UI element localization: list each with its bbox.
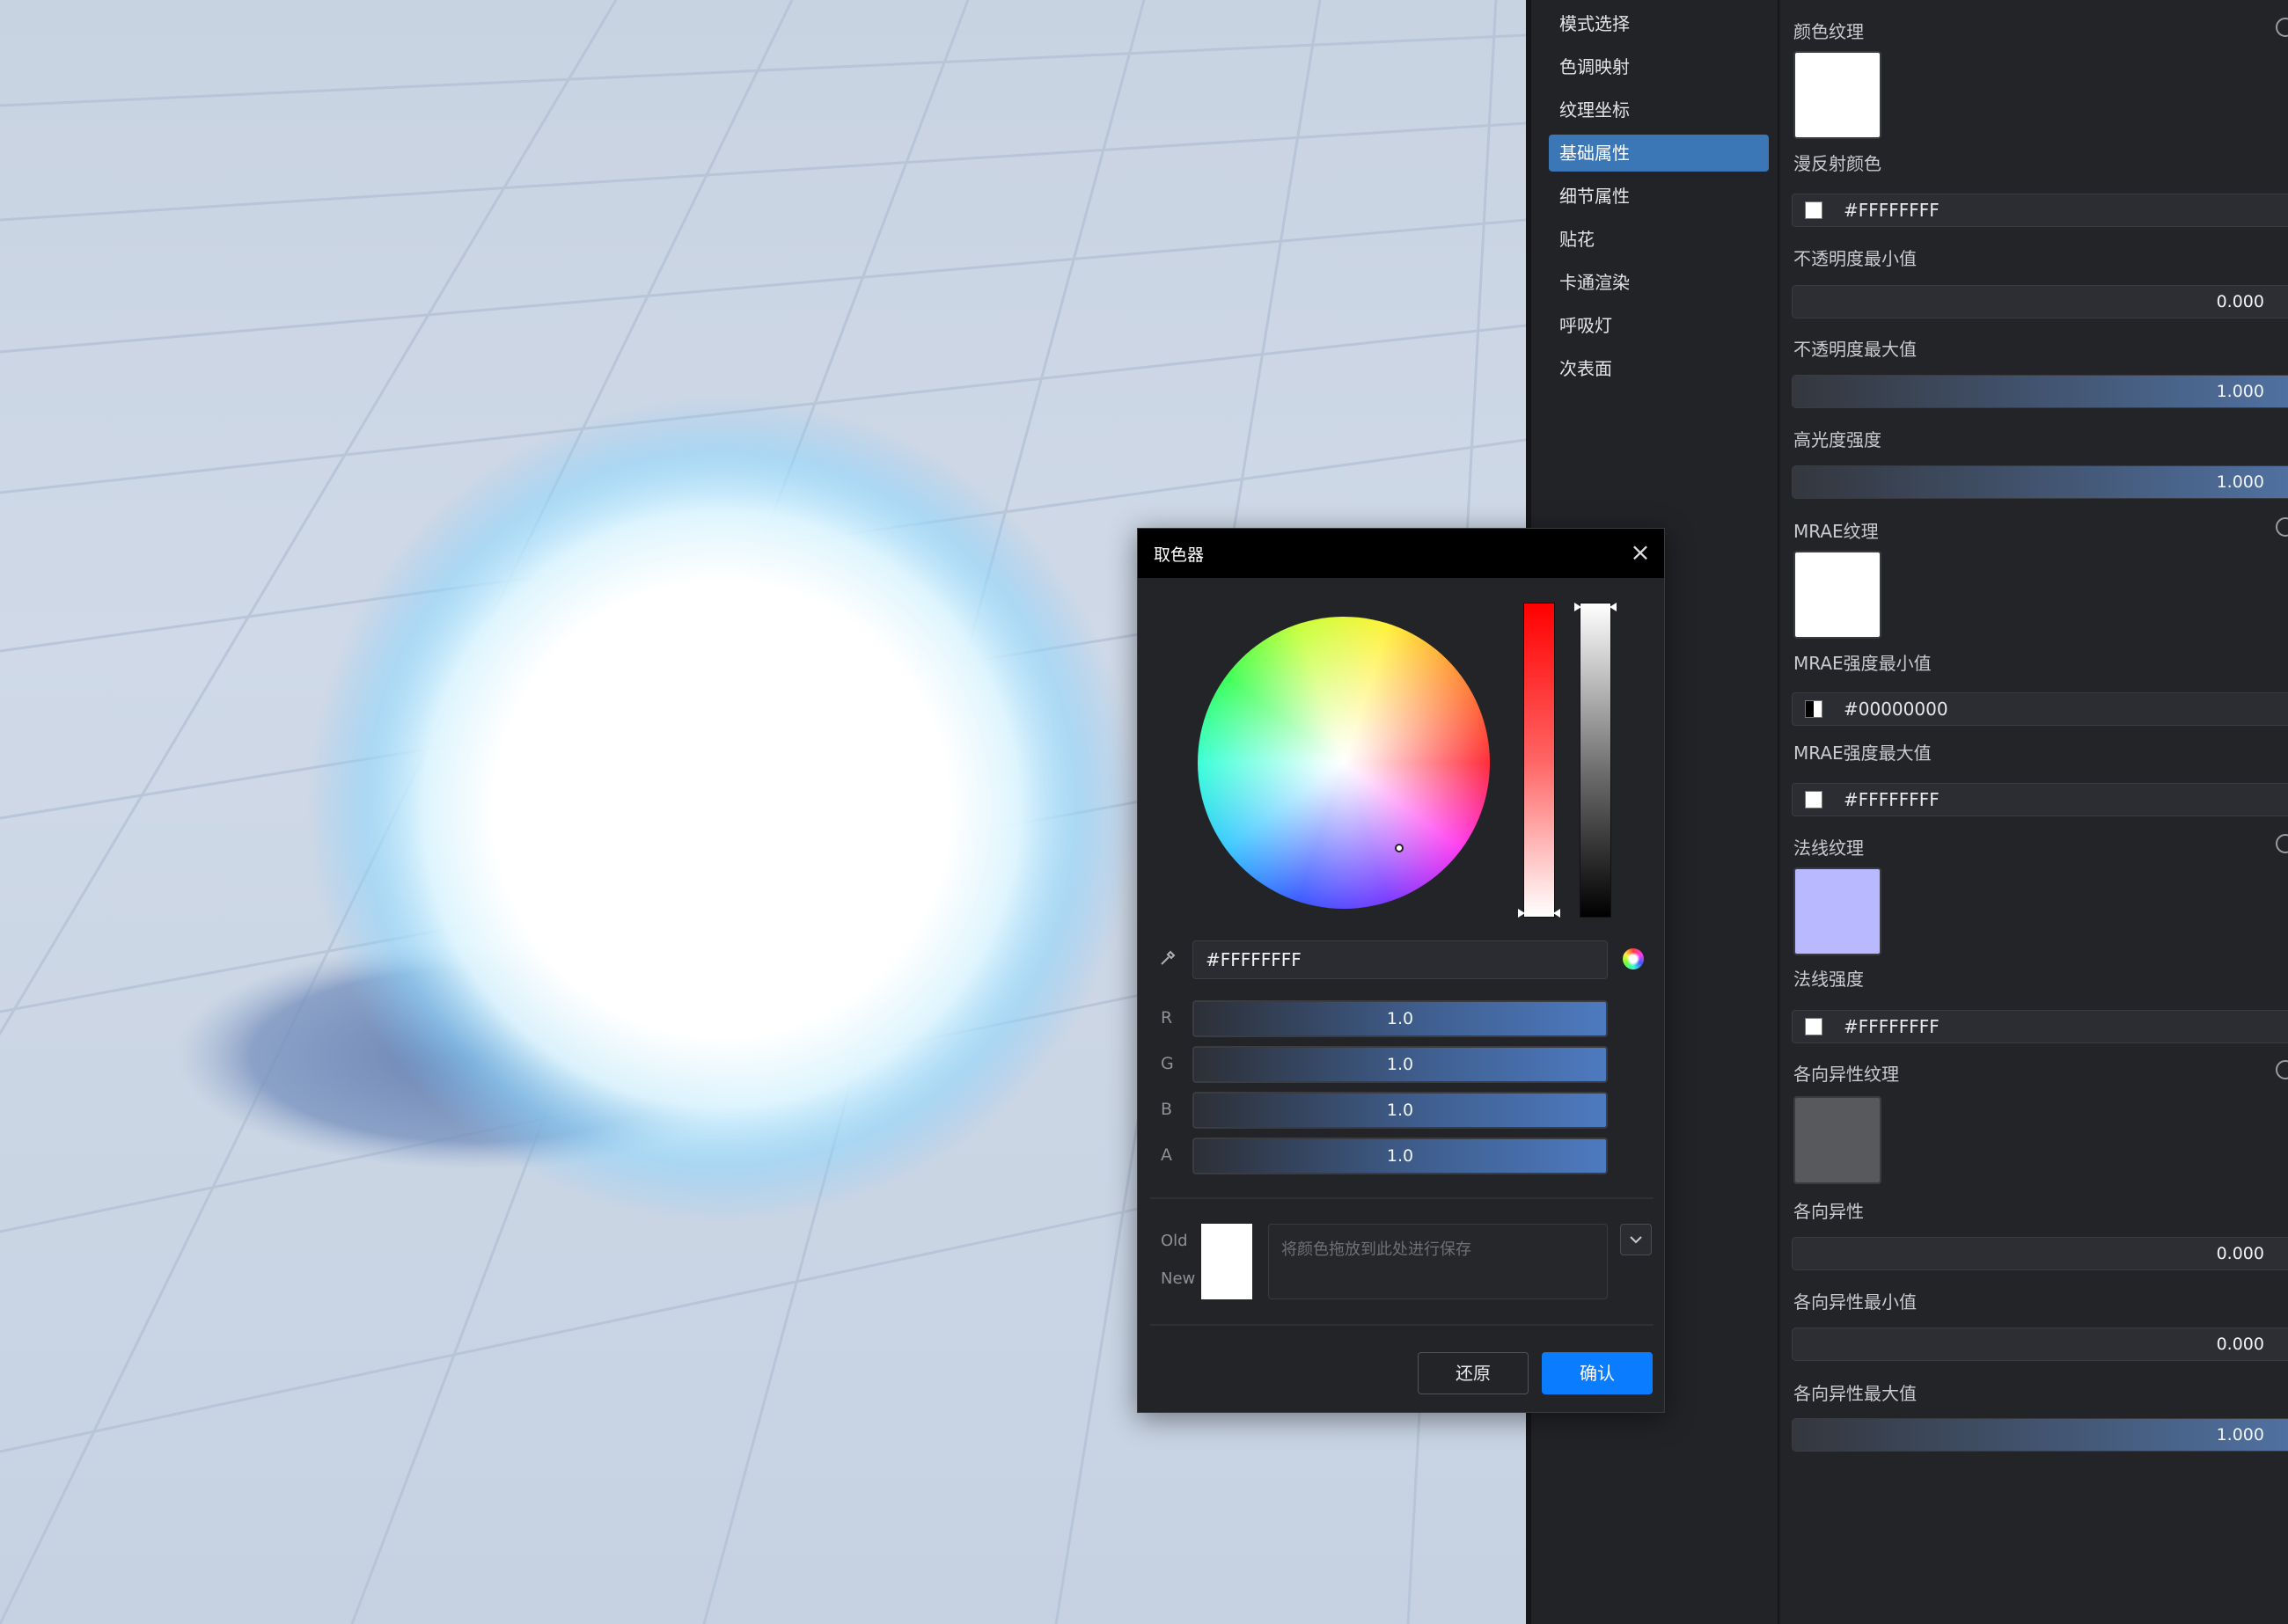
- color-texture-label: 颜色纹理: [1793, 21, 1864, 42]
- brightness-handle[interactable]: [1574, 603, 1617, 611]
- nav-item-detail-props[interactable]: 细节属性: [1549, 178, 1769, 215]
- old-new-color-swatch: [1201, 1224, 1252, 1299]
- aniso-max-value: 1.000: [2216, 1425, 2264, 1445]
- color-swatch[interactable]: [1805, 791, 1822, 808]
- color-picker-dialog: 取色器 × #FFFFFFFF R 1.0 G 1.0 B 1.0 A 1.0 …: [1137, 528, 1665, 1413]
- aniso-texture-thumb[interactable]: [1793, 1096, 1881, 1184]
- chevron-down-icon[interactable]: [1620, 1224, 1652, 1255]
- opacity-max-label: 不透明度最大值: [1793, 339, 1917, 360]
- aniso-max-slider[interactable]: 1.000: [1792, 1418, 2288, 1452]
- nav-item-decal[interactable]: 贴花: [1549, 221, 1769, 258]
- aniso-max-label: 各向异性最大值: [1793, 1383, 1917, 1404]
- opacity-min-slider[interactable]: 0.000: [1792, 285, 2288, 318]
- color-swatch[interactable]: [1805, 201, 1822, 219]
- color-texture-thumb[interactable]: [1793, 51, 1881, 139]
- channel-r-value: 1.0: [1386, 1009, 1414, 1028]
- hex-input[interactable]: #FFFFFFFF: [1192, 940, 1608, 979]
- mrae-max-value: #FFFFFFFF: [1844, 789, 1940, 810]
- opacity-min-value: 0.000: [2216, 292, 2264, 311]
- normal-texture-thumb[interactable]: [1793, 867, 1881, 955]
- channel-a-label: A: [1161, 1145, 1172, 1165]
- nav-item-mode-select[interactable]: 模式选择: [1549, 5, 1769, 42]
- channel-b-slider[interactable]: 1.0: [1192, 1092, 1608, 1129]
- saturation-bar[interactable]: [1523, 603, 1555, 918]
- pin-icon[interactable]: [2276, 517, 2288, 537]
- specular-slider[interactable]: 1.000: [1792, 465, 2288, 499]
- aniso-min-label: 各向异性最小值: [1793, 1291, 1917, 1313]
- saturation-handle[interactable]: [1518, 909, 1560, 918]
- normal-strength-label: 法线强度: [1793, 969, 1864, 990]
- nav-item-subsurface[interactable]: 次表面: [1549, 350, 1769, 387]
- mrae-texture-label: MRAE纹理: [1793, 521, 1879, 542]
- close-icon[interactable]: ×: [1627, 539, 1654, 566]
- specular-label: 高光度强度: [1793, 429, 1881, 450]
- normal-texture-label: 法线纹理: [1793, 838, 1864, 859]
- normal-strength-value: #FFFFFFFF: [1844, 1016, 1940, 1037]
- mrae-texture-thumb[interactable]: [1793, 551, 1881, 639]
- diffuse-color-value: #FFFFFFFF: [1844, 200, 1940, 221]
- color-swatch[interactable]: [1805, 700, 1822, 718]
- divider: [1150, 1197, 1654, 1199]
- color-save-dropzone[interactable]: 将颜色拖放到此处进行保存: [1268, 1224, 1608, 1299]
- eyedropper-icon[interactable]: [1159, 949, 1177, 967]
- pin-icon[interactable]: [2276, 834, 2288, 853]
- nav-item-texture-coords[interactable]: 纹理坐标: [1549, 91, 1769, 128]
- diffuse-color-field[interactable]: #FFFFFFFF: [1792, 194, 2288, 227]
- nav-item-toon-render[interactable]: 卡通渲染: [1549, 264, 1769, 301]
- mrae-max-field[interactable]: #FFFFFFFF: [1792, 783, 2288, 816]
- aniso-slider[interactable]: 0.000: [1792, 1237, 2288, 1270]
- properties-panel: 颜色纹理 漫反射颜色 #FFFFFFFF 不透明度最小值 0.000 不透明度最…: [1781, 0, 2288, 1624]
- channel-g-value: 1.0: [1386, 1055, 1414, 1074]
- channel-a-slider[interactable]: 1.0: [1192, 1138, 1608, 1174]
- glowing-sphere: [308, 396, 1135, 1223]
- opacity-max-value: 1.000: [2216, 382, 2264, 401]
- channel-b-label: B: [1161, 1100, 1173, 1119]
- brightness-bar[interactable]: [1580, 603, 1611, 918]
- dialog-title: 取色器: [1154, 545, 1205, 565]
- aniso-min-value: 0.000: [2216, 1335, 2264, 1354]
- divider: [1150, 1324, 1654, 1326]
- confirm-button[interactable]: 确认: [1542, 1352, 1653, 1394]
- channel-a-value: 1.0: [1386, 1146, 1414, 1166]
- specular-value: 1.000: [2216, 472, 2264, 492]
- nav-item-tone-mapping[interactable]: 色调映射: [1549, 48, 1769, 85]
- aniso-value: 0.000: [2216, 1244, 2264, 1263]
- nav-item-breathing-light[interactable]: 呼吸灯: [1549, 307, 1769, 344]
- opacity-min-label: 不透明度最小值: [1793, 248, 1917, 269]
- reset-button[interactable]: 还原: [1418, 1352, 1529, 1394]
- nav-item-basic-props[interactable]: 基础属性: [1549, 135, 1769, 172]
- normal-strength-field[interactable]: #FFFFFFFF: [1792, 1010, 2288, 1043]
- mrae-min-label: MRAE强度最小值: [1793, 653, 1932, 674]
- channel-g-label: G: [1161, 1054, 1174, 1073]
- mrae-min-field[interactable]: #00000000: [1792, 692, 2288, 726]
- pin-icon[interactable]: [2276, 1060, 2288, 1079]
- new-color-label: New: [1161, 1269, 1196, 1288]
- color-swatch[interactable]: [1805, 1018, 1822, 1035]
- old-color-label: Old: [1161, 1232, 1188, 1250]
- pin-icon[interactable]: [2276, 18, 2288, 37]
- mrae-max-label: MRAE强度最大值: [1793, 743, 1932, 764]
- color-wheel-cursor[interactable]: [1395, 844, 1404, 852]
- channel-r-label: R: [1161, 1008, 1173, 1028]
- aniso-label: 各向异性: [1793, 1201, 1864, 1222]
- diffuse-color-label: 漫反射颜色: [1793, 153, 1881, 174]
- channel-g-slider[interactable]: 1.0: [1192, 1046, 1608, 1083]
- channel-b-value: 1.0: [1386, 1101, 1414, 1120]
- dialog-header[interactable]: 取色器 ×: [1138, 529, 1664, 578]
- channel-r-slider[interactable]: 1.0: [1192, 1000, 1608, 1037]
- opacity-max-slider[interactable]: 1.000: [1792, 375, 2288, 408]
- color-palette-icon[interactable]: [1623, 948, 1644, 969]
- color-wheel[interactable]: [1198, 617, 1490, 909]
- aniso-texture-label: 各向异性纹理: [1793, 1064, 1899, 1085]
- aniso-min-slider[interactable]: 0.000: [1792, 1328, 2288, 1361]
- mrae-min-value: #00000000: [1844, 699, 1948, 720]
